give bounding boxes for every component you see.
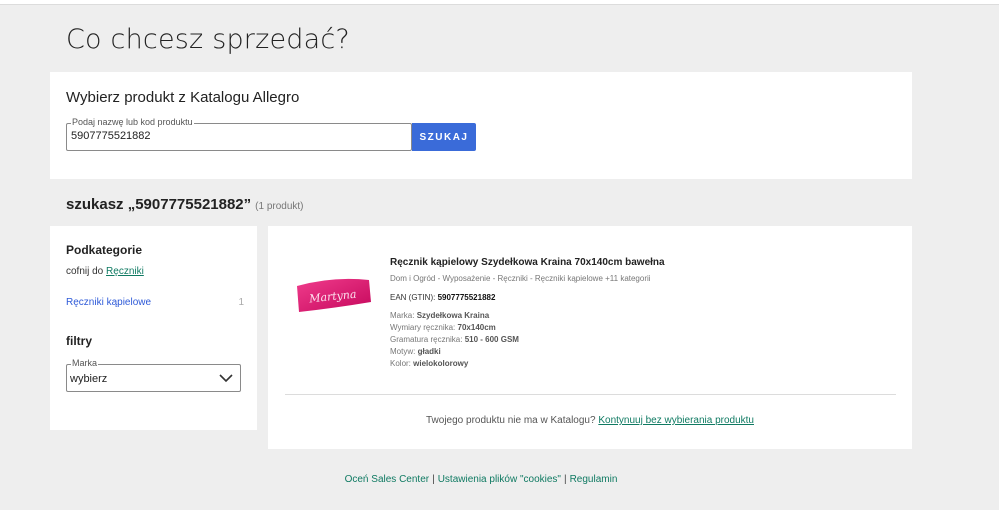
product-image[interactable]: Martyna (293, 272, 373, 317)
footer-separator: | (563, 474, 567, 485)
back-prefix: cofnij do (66, 266, 104, 277)
attribute-label: Motyw: (390, 347, 416, 356)
search-field[interactable]: Podaj nazwę lub kod produktu (66, 117, 412, 151)
page-title: Co chcesz sprzedać? (66, 24, 350, 55)
brand-select-label: Marka (71, 358, 99, 369)
filters-title: filtry (66, 334, 93, 348)
attribute-value: Szydełkowa Kraina (416, 311, 490, 320)
back-link-reczniki[interactable]: Ręczniki (106, 266, 144, 277)
attribute-label: Gramatura ręcznika: (390, 335, 463, 344)
footer-separator: | (432, 474, 435, 485)
catalog-title: Wybierz produkt z Katalogu Allegro (66, 89, 300, 106)
subcategories-title: Podkategorie (66, 243, 143, 257)
product-ean: EAN (GTIN): 5907775521882 (390, 293, 495, 302)
search-field-label: Podaj nazwę lub kod produktu (71, 117, 194, 128)
product-results-card: Martyna Ręcznik kąpielowy Szydełkowa Kra… (268, 226, 912, 449)
product-name[interactable]: Ręcznik kąpielowy Szydełkowa Kraina 70x1… (390, 257, 665, 268)
back-to-category: cofnij do Ręczniki (66, 266, 144, 277)
attribute-value: 70x140cm (457, 323, 496, 332)
attribute-value: 510 - 600 GSM (464, 335, 519, 344)
product-attribute: Wymiary ręcznika: 70x140cm (390, 323, 496, 332)
sidebar-item-count: 1 (238, 297, 244, 308)
missing-product-notice: Twojego produktu nie ma w Katalogu? Kont… (268, 415, 912, 426)
product-category-path: Dom i Ogród - Wyposażenie - Ręczniki - R… (390, 274, 651, 283)
ean-label: EAN (GTIN): (390, 293, 436, 302)
brand-select[interactable]: Marka wybierz (66, 358, 241, 392)
results-count: (1 produkt) (255, 201, 304, 212)
results-heading: szukasz „5907775521882” (1 produkt) (66, 196, 304, 213)
product-attribute: Gramatura ręcznika: 510 - 600 GSM (390, 335, 519, 344)
attribute-label: Wymiary ręcznika: (390, 323, 456, 332)
product-attribute: Motyw: gładki (390, 347, 441, 356)
brand-select-value[interactable]: wybierz (70, 373, 107, 385)
continue-without-product-link[interactable]: Kontynuuj bez wybierania produktu (598, 415, 754, 426)
chevron-down-icon[interactable] (218, 371, 234, 385)
attribute-label: Marka: (390, 311, 415, 320)
ean-value: 5907775521882 (437, 293, 496, 302)
results-query: szukasz „5907775521882” (66, 196, 252, 213)
footer-link-rate-sales-center[interactable]: Oceń Sales Center (345, 474, 430, 485)
sidebar-item-reczniki-kapielowe[interactable]: Ręczniki kąpielowe 1 (66, 297, 244, 308)
search-button[interactable]: SZUKAJ (412, 123, 476, 151)
divider (285, 394, 896, 395)
top-bar (0, 0, 999, 5)
footer-link-terms[interactable]: Regulamin (570, 474, 618, 485)
attribute-value: gładki (417, 347, 441, 356)
product-attribute: Kolor: wielokolorowy (390, 359, 468, 368)
footer: Oceń Sales Center | Ustawienia plików "coo… (0, 474, 962, 485)
sidebar: Podkategorie cofnij do Ręczniki Ręczniki… (50, 226, 257, 430)
sidebar-item-label[interactable]: Ręczniki kąpielowe (66, 297, 151, 308)
catalog-search-card: Wybierz produkt z Katalogu Allegro Podaj… (50, 72, 912, 179)
attribute-label: Kolor: (390, 359, 411, 368)
attribute-value: wielokolorowy (413, 359, 469, 368)
product-attribute: Marka: Szydełkowa Kraina (390, 311, 489, 320)
search-input[interactable] (71, 130, 401, 142)
missing-product-text: Twojego produktu nie ma w Katalogu? (426, 415, 596, 426)
footer-link-cookies[interactable]: Ustawienia plików "cookies" (438, 474, 561, 485)
